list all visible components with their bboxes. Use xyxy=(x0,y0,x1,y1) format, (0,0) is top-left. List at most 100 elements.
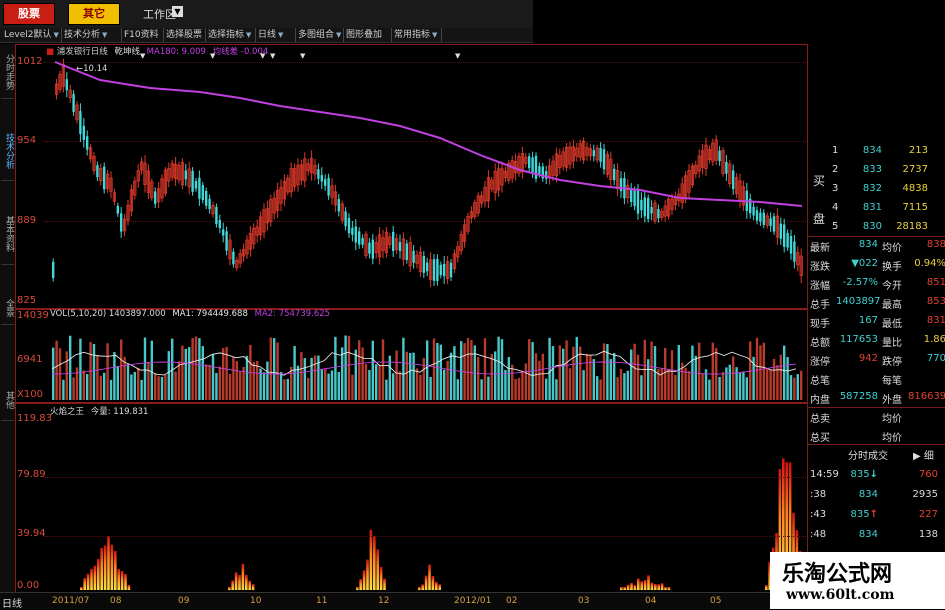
date-tick: 10 xyxy=(250,596,262,606)
trade-row: :43 835↑ 227 xyxy=(810,509,938,520)
candle-body xyxy=(755,210,759,221)
candle-body xyxy=(538,166,541,174)
quote-row: 涨停 942 跌停 770 xyxy=(810,353,945,368)
candle-body xyxy=(72,93,75,113)
indicator-ytick: 0.00 xyxy=(17,580,40,591)
candle-body xyxy=(426,262,429,272)
candle-body xyxy=(759,212,762,222)
quote-row: 总额 117653 量比 1.86 xyxy=(810,334,945,349)
candle-body xyxy=(324,179,327,186)
candle-body xyxy=(422,255,425,273)
candle-body xyxy=(116,205,119,214)
order-book-row: 1 834 213 xyxy=(832,145,928,156)
order-book-row: 3 832 4838 xyxy=(832,183,928,194)
candle-body xyxy=(222,229,225,236)
candle-body xyxy=(205,190,208,206)
divider xyxy=(808,407,945,408)
candle-body xyxy=(647,197,650,220)
quote-row: 总笔 每笔 xyxy=(810,376,902,387)
candle-body xyxy=(412,250,415,263)
candle-body xyxy=(232,251,235,265)
candle-body xyxy=(725,162,728,174)
candle-body xyxy=(534,155,538,179)
candle-body xyxy=(368,242,371,254)
candle-body xyxy=(786,232,789,248)
quote-row: 现手 167 最低 831 xyxy=(810,315,945,330)
candle-body xyxy=(201,185,204,201)
volume-panel xyxy=(15,308,808,404)
marker-icon: ▼ xyxy=(140,52,146,60)
candle-body xyxy=(772,216,776,232)
date-axis: 日线 2011/07 08 09 10 11 12 2012/01 02 03 04 05 xyxy=(0,592,770,610)
candle-body xyxy=(215,206,218,225)
candle-body xyxy=(718,150,721,162)
quote-row: 最新 834 均价 838 xyxy=(810,239,945,254)
candle-body xyxy=(602,149,606,170)
candle-body xyxy=(531,157,534,173)
volume-ytick: X100 xyxy=(17,389,43,400)
candle-body xyxy=(347,218,351,234)
candle-body xyxy=(793,241,796,262)
candle-body xyxy=(398,242,402,252)
candle-body xyxy=(52,261,55,279)
candle-body xyxy=(752,206,755,216)
quote-row: 涨跌 ▼022 换手 0.94% xyxy=(810,258,945,273)
volume-legend: VOL(5,10,20) 1403897.000 MA1: 794449.688… xyxy=(50,309,331,319)
indicator-ytick: 39.94 xyxy=(17,528,46,539)
candle-body xyxy=(779,223,782,239)
candle-body xyxy=(354,226,357,243)
candle-body xyxy=(191,170,194,192)
candle-body xyxy=(65,79,68,91)
candle-body xyxy=(449,262,453,278)
marker-icon: ▼ xyxy=(260,52,266,60)
volume-ytick: 6941 xyxy=(17,354,43,365)
date-tick: 11 xyxy=(316,596,328,606)
candle-body xyxy=(317,169,320,179)
candle-body xyxy=(86,136,89,150)
candle-body xyxy=(184,170,187,180)
date-tick: 02 xyxy=(506,596,518,606)
candle-body xyxy=(208,198,211,210)
candle-body xyxy=(636,189,640,214)
candle-body xyxy=(592,150,595,157)
candle-body xyxy=(650,207,653,214)
order-book-row: 2 833 2737 xyxy=(832,164,928,175)
divider xyxy=(808,236,945,237)
candle-body xyxy=(218,220,221,228)
watermark: 乐淘公式网 www.60lt.com xyxy=(770,552,945,609)
period-label[interactable]: 日线 xyxy=(2,595,22,610)
candle-body xyxy=(194,181,198,189)
candle-body xyxy=(344,211,347,227)
candle-body xyxy=(358,231,361,245)
marker-icon: ▼ xyxy=(210,52,216,60)
marker-icon: ▼ xyxy=(455,52,461,60)
candle-body xyxy=(337,199,340,212)
candle-body xyxy=(198,177,201,199)
candle-body xyxy=(120,213,123,232)
grid-line xyxy=(44,536,806,537)
watermark-title: 乐淘公式网 xyxy=(782,562,893,587)
grid-line xyxy=(44,477,806,478)
candle-body xyxy=(599,147,602,162)
date-tick: 05 xyxy=(710,596,722,606)
candle-body xyxy=(439,264,442,276)
trade-row: 14:59 835↓ 760 xyxy=(810,469,938,480)
quote-row: 总买 均价 xyxy=(810,433,902,444)
candle-body xyxy=(643,197,646,217)
date-tick: 09 xyxy=(178,596,190,606)
candle-body xyxy=(351,227,354,235)
candle-body xyxy=(633,190,636,207)
order-book-row: 5 830 28183 xyxy=(832,221,928,232)
date-tick: 2011/07 xyxy=(52,596,90,606)
indicator-panel xyxy=(15,402,808,593)
quote-row: 涨幅 -2.57% 今开 851 xyxy=(810,277,945,292)
date-tick: 12 xyxy=(378,596,390,606)
date-tick: 2012/01 xyxy=(454,596,492,606)
candle-body xyxy=(361,238,364,245)
indicator-ytick: 79.89 xyxy=(17,469,46,480)
candle-body xyxy=(528,156,531,169)
indicator-legend: 火焰之王 今量: 119.831 xyxy=(50,407,149,417)
candle-body xyxy=(405,243,408,260)
marker-icon: ▼ xyxy=(300,52,306,60)
divider xyxy=(808,444,945,445)
